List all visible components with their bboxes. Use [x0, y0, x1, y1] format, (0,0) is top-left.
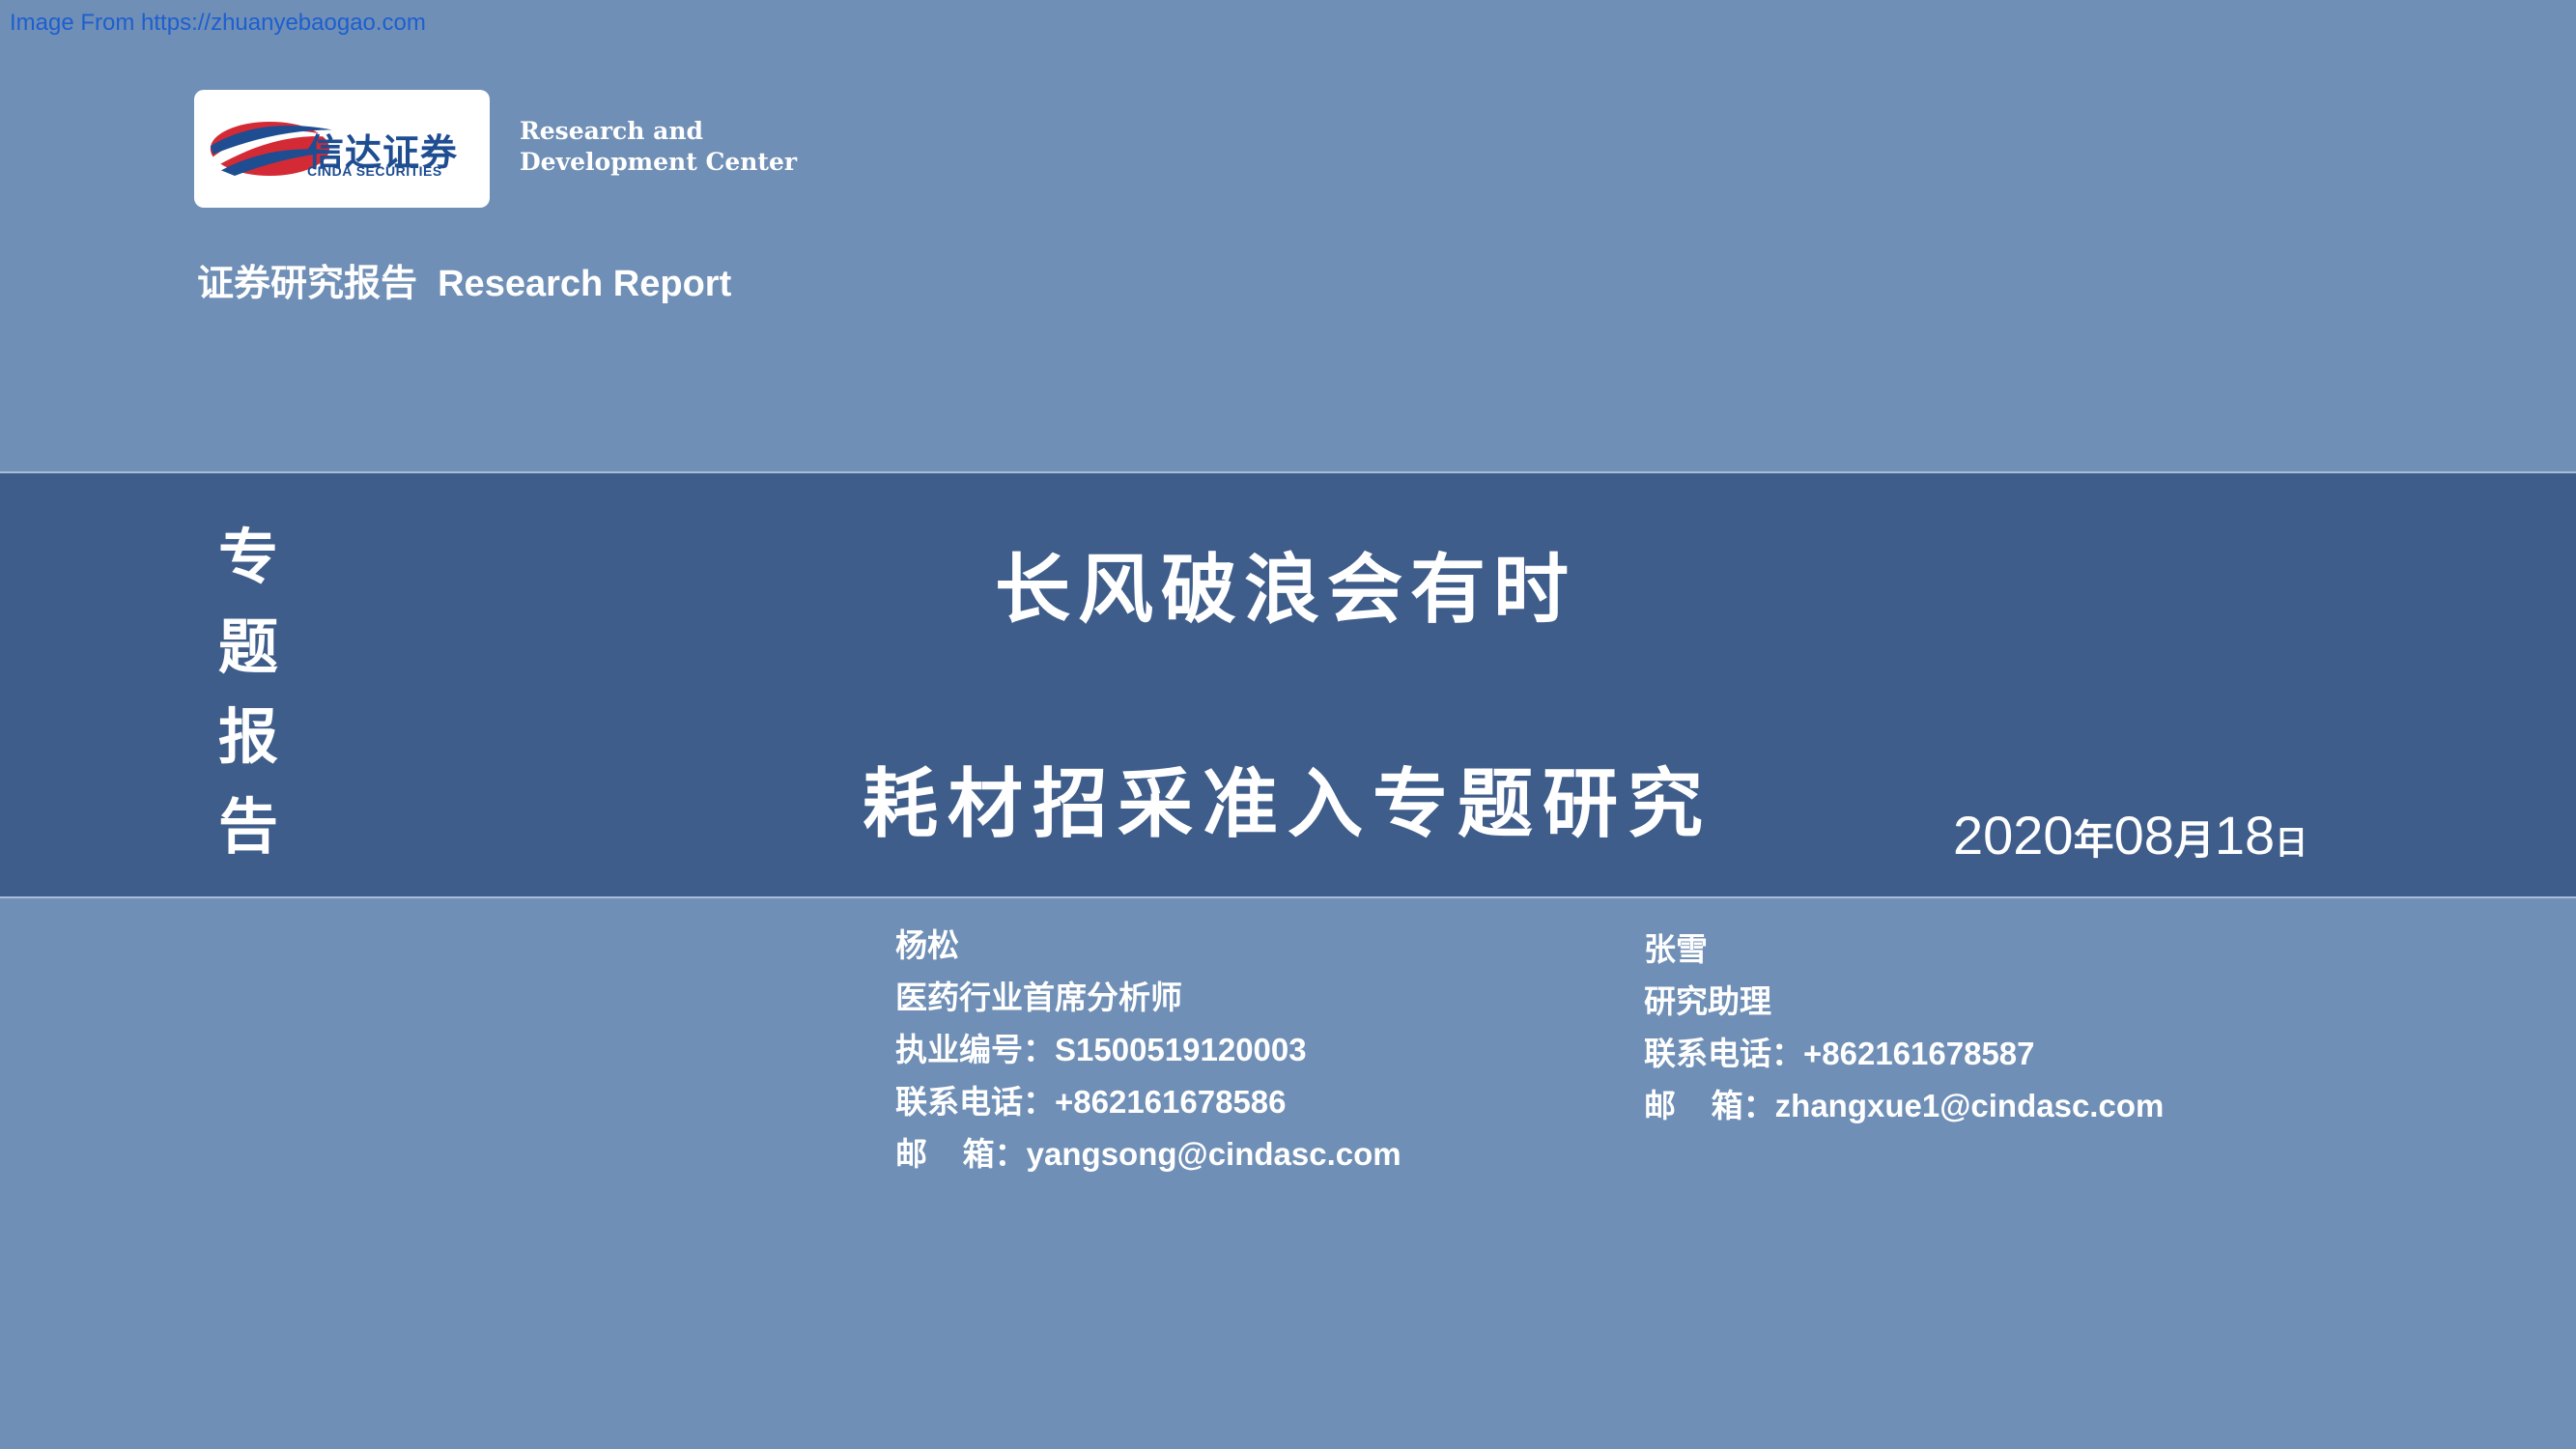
vertical-char: 专	[217, 522, 278, 592]
author-role: 医药行业首席分析师	[895, 980, 1182, 1015]
date-month-unit: 月	[2173, 816, 2215, 864]
author-phone: 联系电话：+862161678586	[895, 1084, 1287, 1120]
author-name: 杨松	[895, 927, 959, 963]
date-year: 2020	[1953, 805, 2074, 866]
vertical-char: 告	[217, 791, 278, 862]
author-email[interactable]: 邮 箱：zhangxue1@cindasc.com	[1644, 1080, 2164, 1132]
rd-center-line2: Development Center	[520, 148, 798, 176]
author-block-1: 杨松 医药行业首席分析师 执业编号：S1500519120003 联系电话：+8…	[895, 920, 1401, 1180]
author-block-2: 张雪 研究助理 联系电话：+862161678587 邮 箱：zhangxue1…	[1644, 923, 2164, 1132]
author-name: 张雪	[1644, 931, 1708, 967]
author-cert: 执业编号：S1500519120003	[895, 1032, 1307, 1067]
author-email[interactable]: 邮 箱：yangsong@cindasc.com	[895, 1128, 1401, 1180]
vertical-char: 报	[217, 701, 278, 772]
rd-center-line1: Research and	[520, 117, 703, 145]
report-title: 长风破浪会有时	[995, 546, 1577, 634]
author-role: 研究助理	[1644, 983, 1771, 1019]
report-category-vertical: 专 题 报 告	[214, 512, 282, 871]
report-subtitle: 耗材招采准入专题研究	[863, 760, 1713, 848]
report-type-label: 证券研究报告 Research Report	[197, 264, 732, 304]
date-year-unit: 年	[2073, 816, 2114, 864]
date-day: 18	[2214, 805, 2276, 866]
date-month: 08	[2113, 805, 2174, 866]
logo-en-text: CINDA SECURITIES	[307, 163, 442, 179]
company-logo: 信达证券 CINDA SECURITIES	[194, 90, 490, 208]
vertical-char: 题	[217, 611, 278, 682]
report-date: 2020年08月18日	[1953, 804, 2307, 867]
author-phone: 联系电话：+862161678587	[1644, 1036, 2035, 1071]
rd-center-label: Research and Development Center	[520, 116, 797, 178]
date-day-unit: 日	[2275, 824, 2308, 863]
source-link[interactable]: Image From https://zhuanyebaogao.com	[10, 10, 426, 37]
